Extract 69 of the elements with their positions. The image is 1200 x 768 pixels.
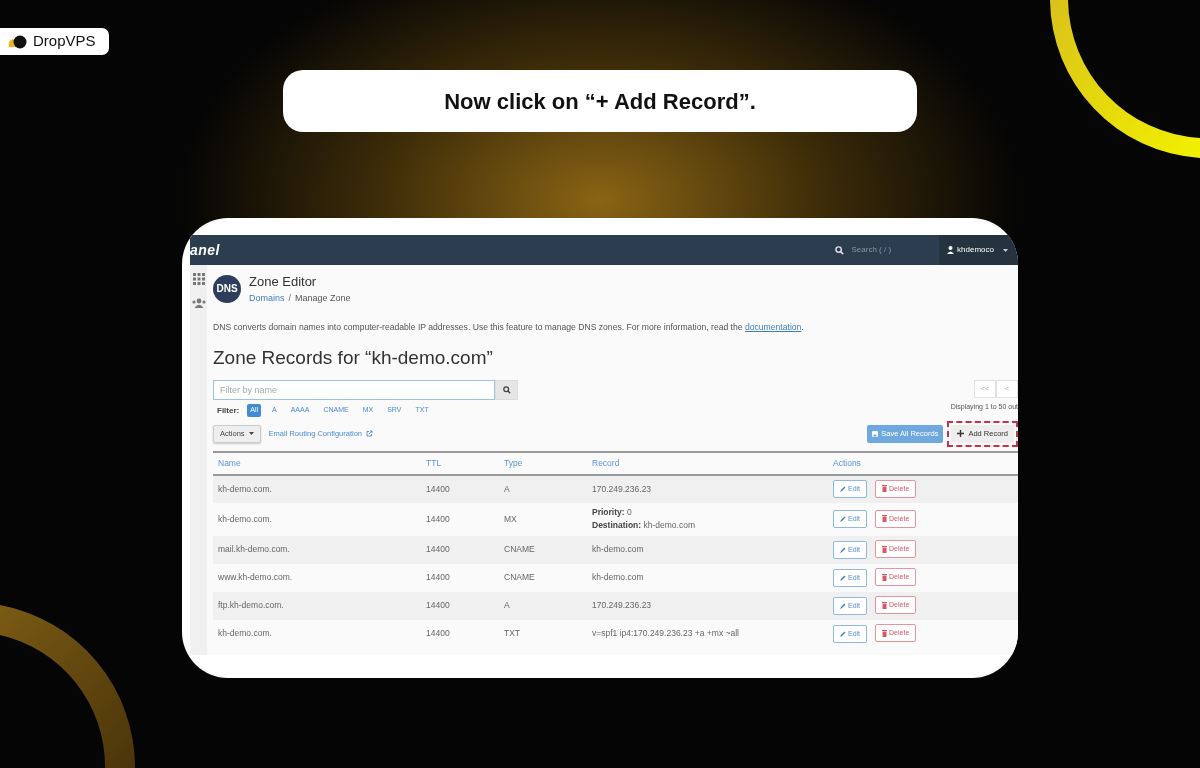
users-icon[interactable] [191, 298, 206, 308]
pencil-icon [840, 486, 846, 493]
table-cell: www.kh-demo.com. [213, 563, 421, 592]
table-cell: kh-demo.com. [213, 474, 421, 503]
brand-name: DropVPS [33, 31, 96, 52]
breadcrumb-separator: / [288, 291, 292, 305]
external-link-icon [366, 430, 373, 438]
user-menu[interactable]: khdemoco [939, 235, 1018, 265]
table-cell: A [499, 474, 587, 503]
pencil-icon [840, 602, 846, 609]
record-text: 170.249.236.23 [592, 482, 653, 496]
record-text: Priority: 0 [592, 506, 633, 520]
pencil-icon [840, 546, 846, 553]
table-cell: ftp.kh-demo.com. [213, 591, 421, 620]
trash-icon [882, 515, 888, 523]
filter-field[interactable]: Filter by name [213, 380, 495, 401]
table-cell: CNAME [499, 563, 587, 592]
pencil-icon [840, 516, 846, 523]
search-icon [502, 386, 511, 395]
dns-badge: DNS [213, 274, 241, 303]
record-text: Destination: kh-demo.com [592, 519, 696, 532]
description-text: DNS converts domain names into computer-readable IP addresses. Use this feature to manage DNS zones. For more information, read the documentation. [213, 321, 805, 334]
breadcrumb-current: Manage Zone [295, 291, 351, 305]
breadcrumb-link[interactable]: Domains [249, 291, 285, 305]
trash-icon [882, 601, 888, 609]
pencil-icon [840, 574, 846, 581]
column-header[interactable]: Name [213, 451, 421, 475]
table-cell: 14400 [421, 535, 499, 564]
search-icon[interactable] [834, 245, 844, 255]
caret-icon [1003, 248, 1008, 252]
cloud-logo-icon [7, 34, 29, 49]
plus-icon [957, 430, 965, 438]
record-text: kh-demo.com [592, 543, 645, 556]
user-icon [947, 246, 955, 254]
pencil-icon [840, 630, 846, 637]
filter-label: Filter: [217, 404, 240, 417]
section-heading: Zone Records for “kh-demo.com” [213, 345, 494, 370]
search-field[interactable]: Search ( / ) [851, 244, 892, 256]
table-cell: 14400 [421, 502, 499, 536]
page-title: Zone Editor [249, 273, 318, 291]
table-cell: mail.kh-demo.com. [213, 535, 421, 564]
record-text: kh-demo.com [592, 571, 645, 584]
caret-icon [248, 432, 254, 436]
app-logo: anel [190, 240, 220, 260]
column-header[interactable]: Type [499, 451, 587, 475]
save-icon [872, 430, 879, 437]
table-cell: kh-demo.com. [213, 619, 421, 648]
table-cell: 14400 [421, 591, 499, 620]
table-cell: CNAME [499, 535, 587, 564]
user-name: khdemoco [957, 244, 994, 256]
table-cell: TXT [499, 619, 587, 648]
search-button[interactable] [495, 380, 518, 401]
table-cell: 14400 [421, 563, 499, 592]
record-text: v=spf1 ip4:170.249.236.23 +a +mx ~all [592, 627, 740, 640]
column-header[interactable]: Actions [833, 451, 1018, 475]
trash-icon [882, 485, 888, 493]
trash-icon [882, 573, 888, 581]
trash-icon [882, 545, 888, 553]
record-text: 170.249.236.23 [592, 599, 653, 612]
column-header[interactable]: TTL [421, 451, 499, 475]
table-cell: A [499, 591, 587, 620]
column-header[interactable]: Record [587, 451, 833, 475]
grid-icon[interactable] [192, 273, 205, 285]
trash-icon [882, 629, 888, 637]
table-cell: MX [499, 502, 587, 536]
table-cell: 14400 [421, 619, 499, 648]
table-cell: kh-demo.com. [213, 502, 421, 536]
table-cell: 14400 [421, 474, 499, 503]
instruction-text: Now click on “+ Add Record”. [444, 87, 756, 116]
